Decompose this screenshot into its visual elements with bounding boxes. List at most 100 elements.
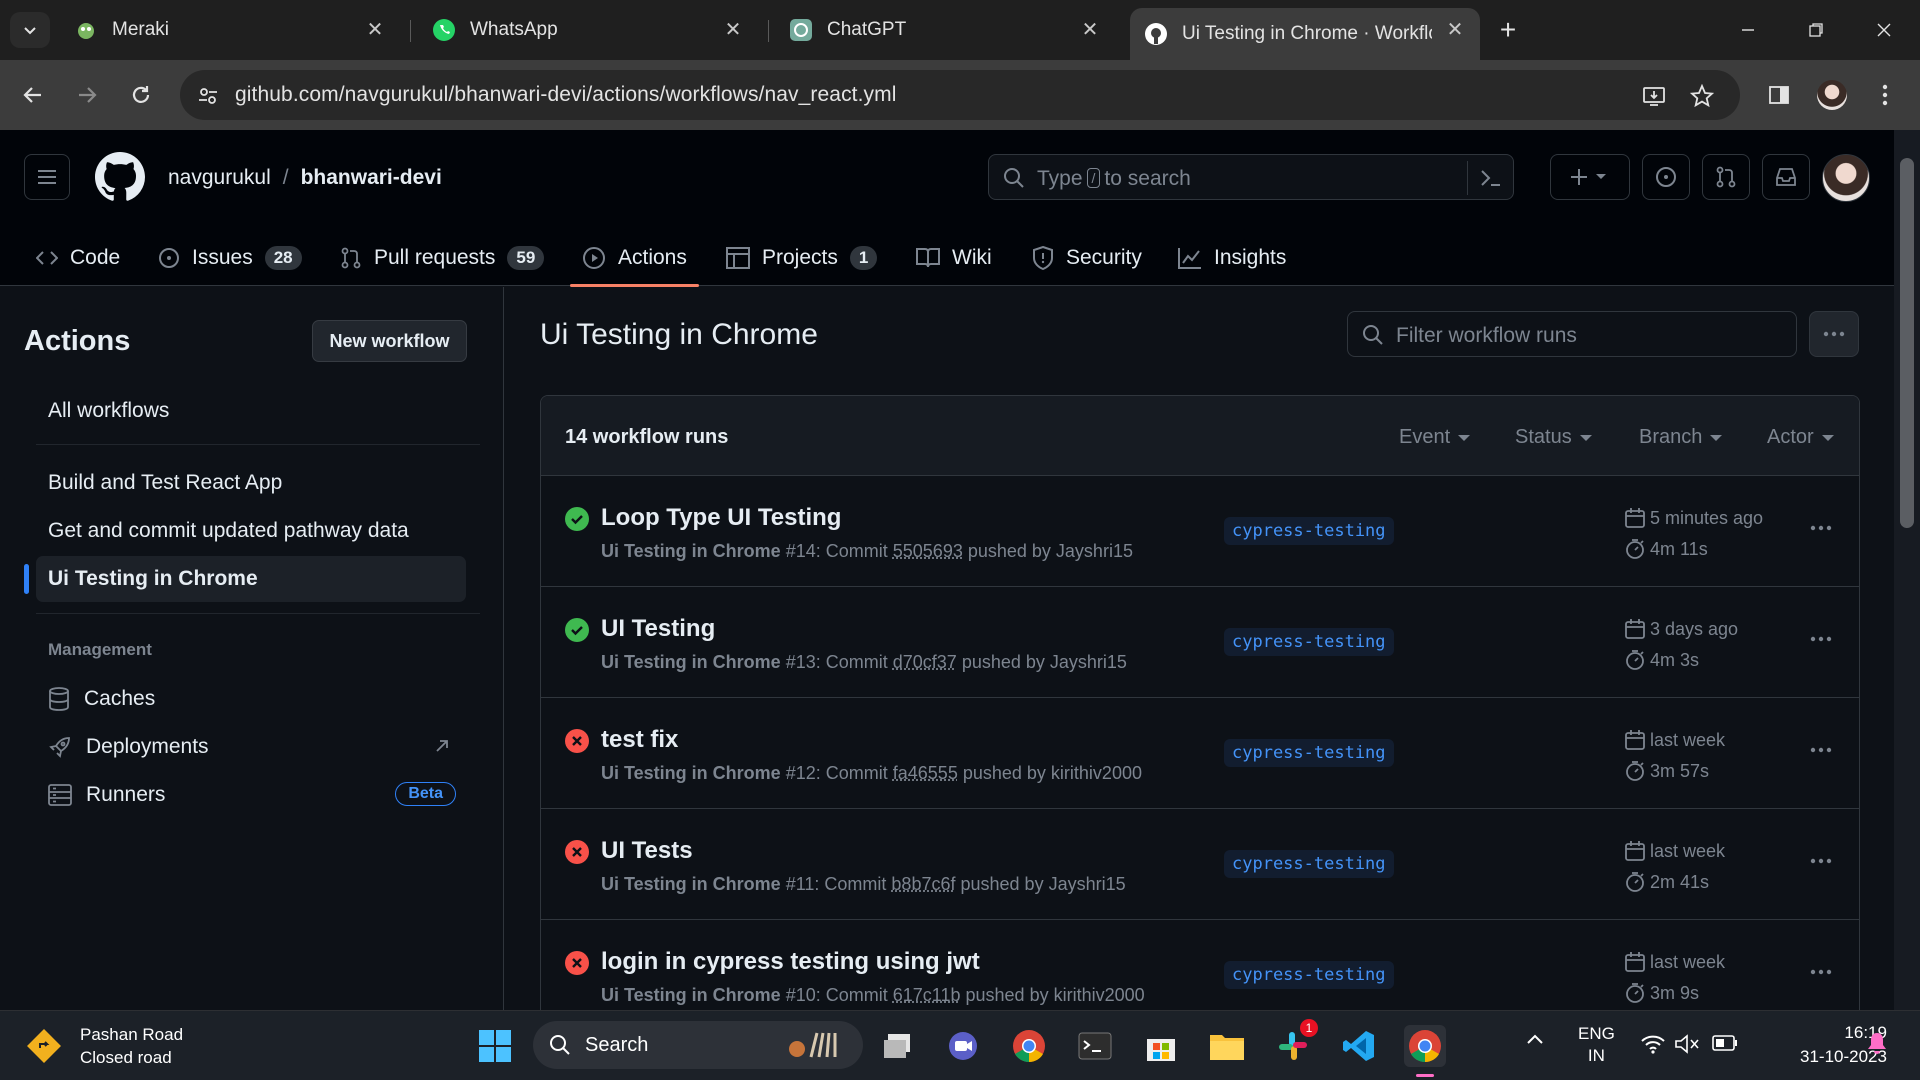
address-bar[interactable]: github.com/navgurukul/bhanwari-devi/acti… <box>180 70 1740 120</box>
inbox-icon[interactable] <box>1762 154 1810 200</box>
chrome-taskbar-icon[interactable] <box>1008 1025 1050 1067</box>
run-commit-link[interactable]: fa46555 <box>893 763 958 783</box>
tab-code[interactable]: Code <box>36 230 120 286</box>
restore-icon[interactable] <box>1800 14 1832 46</box>
hamburger-menu-icon[interactable] <box>24 154 70 200</box>
run-title[interactable]: UI Tests <box>601 837 693 865</box>
slack-icon[interactable]: 1 <box>1272 1019 1318 1067</box>
new-workflow-button[interactable]: New workflow <box>312 320 467 362</box>
language-indicator[interactable]: ENG IN <box>1578 1023 1615 1067</box>
new-tab-button[interactable]: + <box>1492 14 1524 46</box>
command-palette-icon[interactable] <box>1467 161 1513 195</box>
workflow-run-row[interactable]: UI Testing Ui Testing in Chrome #13: Comm… <box>541 588 1859 698</box>
sidebar-item-get-and-commit[interactable]: Get and commit updated pathway data <box>36 508 466 554</box>
forward-arrow-icon[interactable] <box>70 78 104 112</box>
start-menu-icon[interactable] <box>474 1025 516 1067</box>
branch-label[interactable]: cypress-testing <box>1224 739 1394 767</box>
workflow-run-row[interactable]: test fix Ui Testing in Chrome #12: Commit… <box>541 699 1859 809</box>
tab-issues[interactable]: Issues 28 <box>158 230 302 286</box>
issues-icon[interactable] <box>1642 154 1690 200</box>
pull-requests-icon[interactable] <box>1702 154 1750 200</box>
branch-label[interactable]: cypress-testing <box>1224 628 1394 656</box>
tab-pull-requests[interactable]: Pull requests 59 <box>340 230 545 286</box>
event-filter-dropdown[interactable]: Event <box>1399 426 1471 449</box>
run-title[interactable]: login in cypress testing using jwt <box>601 948 980 976</box>
browser-tab-chatgpt[interactable]: ChatGPT ✕ <box>775 8 1115 52</box>
run-title[interactable]: UI Testing <box>601 615 715 643</box>
battery-icon[interactable] <box>1712 1035 1738 1051</box>
microsoft-store-icon[interactable] <box>1140 1025 1182 1067</box>
close-window-icon[interactable] <box>1868 14 1900 46</box>
browser-tab-meraki[interactable]: Meraki ✕ <box>60 8 400 52</box>
teams-chat-icon[interactable] <box>942 1025 984 1067</box>
vscode-icon[interactable] <box>1338 1025 1380 1067</box>
install-app-icon[interactable] <box>1640 82 1668 110</box>
sidebar-item-build-and-test[interactable]: Build and Test React App <box>36 460 466 506</box>
run-commit-link[interactable]: 5505693 <box>893 541 963 561</box>
taskbar-search[interactable]: Search <box>533 1021 863 1069</box>
chrome-active-taskbar-icon[interactable] <box>1404 1025 1446 1077</box>
breadcrumb-owner[interactable]: navgurukul <box>168 166 271 189</box>
run-options-icon[interactable] <box>1801 846 1841 876</box>
run-options-icon[interactable] <box>1801 624 1841 654</box>
actor-filter-dropdown[interactable]: Actor <box>1767 426 1834 449</box>
weather-widget[interactable]: Pashan Road Closed road <box>26 1023 183 1069</box>
profile-avatar[interactable] <box>1815 78 1849 112</box>
volume-muted-icon[interactable] <box>1674 1033 1700 1055</box>
workflow-options-icon[interactable] <box>1809 311 1859 357</box>
workflow-run-row[interactable]: Loop Type UI Testing Ui Testing in Chrome… <box>541 477 1859 587</box>
tab-projects[interactable]: Projects 1 <box>726 230 878 286</box>
run-commit-link[interactable]: 617c11b <box>893 985 961 1005</box>
terminal-icon[interactable] <box>1074 1025 1116 1067</box>
task-view-icon[interactable] <box>876 1025 918 1067</box>
run-title[interactable]: Loop Type UI Testing <box>601 504 841 532</box>
tab-actions[interactable]: Actions <box>570 230 699 287</box>
reload-icon[interactable] <box>124 78 158 112</box>
run-commit-link[interactable]: d70cf37 <box>893 652 957 672</box>
close-tab-icon[interactable]: ✕ <box>364 18 386 41</box>
notification-bell-icon[interactable] <box>1866 1031 1888 1055</box>
branch-label[interactable]: cypress-testing <box>1224 850 1394 878</box>
browser-tab-whatsapp[interactable]: WhatsApp ✕ <box>418 8 758 52</box>
file-explorer-icon[interactable] <box>1206 1025 1248 1067</box>
sidebar-item-deployments[interactable]: Deployments <box>36 724 476 770</box>
tab-wiki[interactable]: Wiki <box>916 230 992 286</box>
tab-insights[interactable]: Insights <box>1178 230 1286 286</box>
workflow-run-row[interactable]: UI Tests Ui Testing in Chrome #11: Commit… <box>541 810 1859 920</box>
status-filter-dropdown[interactable]: Status <box>1515 426 1592 449</box>
browser-tab-github-active[interactable]: Ui Testing in Chrome · Workflo ✕ <box>1130 8 1480 60</box>
wifi-icon[interactable] <box>1640 1033 1666 1055</box>
tab-security[interactable]: Security <box>1032 230 1142 286</box>
create-new-button[interactable] <box>1550 154 1630 200</box>
filter-workflow-runs-input[interactable]: Filter workflow runs <box>1347 311 1797 357</box>
all-workflows-link[interactable]: All workflows <box>36 388 466 434</box>
run-title[interactable]: test fix <box>601 726 678 754</box>
back-arrow-icon[interactable] <box>16 78 50 112</box>
site-info-icon[interactable] <box>194 82 222 110</box>
bookmark-star-icon[interactable] <box>1688 82 1716 110</box>
minimize-icon[interactable] <box>1732 14 1764 46</box>
sidebar-item-ui-testing[interactable]: Ui Testing in Chrome <box>24 556 466 602</box>
show-hidden-icons-icon[interactable] <box>1526 1033 1544 1045</box>
browser-menu-icon[interactable] <box>1868 78 1902 112</box>
branch-label[interactable]: cypress-testing <box>1224 517 1394 545</box>
run-options-icon[interactable] <box>1801 957 1841 987</box>
branch-label[interactable]: cypress-testing <box>1224 961 1394 989</box>
run-commit-link[interactable]: b8b7c6f <box>891 874 955 894</box>
tab-search-button[interactable] <box>10 12 50 48</box>
page-scrollbar[interactable] <box>1894 130 1920 1010</box>
close-tab-icon[interactable]: ✕ <box>1079 18 1101 41</box>
breadcrumb-repo[interactable]: bhanwari-devi <box>301 166 442 189</box>
branch-filter-dropdown[interactable]: Branch <box>1639 426 1723 449</box>
user-avatar[interactable] <box>1822 154 1870 202</box>
sidebar-item-runners[interactable]: Runners Beta <box>36 772 476 818</box>
global-search-input[interactable]: Type / to search <box>988 154 1514 200</box>
sidebar-item-caches[interactable]: Caches <box>36 676 476 722</box>
close-tab-icon[interactable]: ✕ <box>722 18 744 41</box>
side-panel-icon[interactable] <box>1762 78 1796 112</box>
run-options-icon[interactable] <box>1801 513 1841 543</box>
close-tab-icon[interactable]: ✕ <box>1444 18 1466 41</box>
run-options-icon[interactable] <box>1801 735 1841 765</box>
scrollbar-thumb[interactable] <box>1900 158 1914 528</box>
github-logo-icon[interactable] <box>95 152 145 202</box>
